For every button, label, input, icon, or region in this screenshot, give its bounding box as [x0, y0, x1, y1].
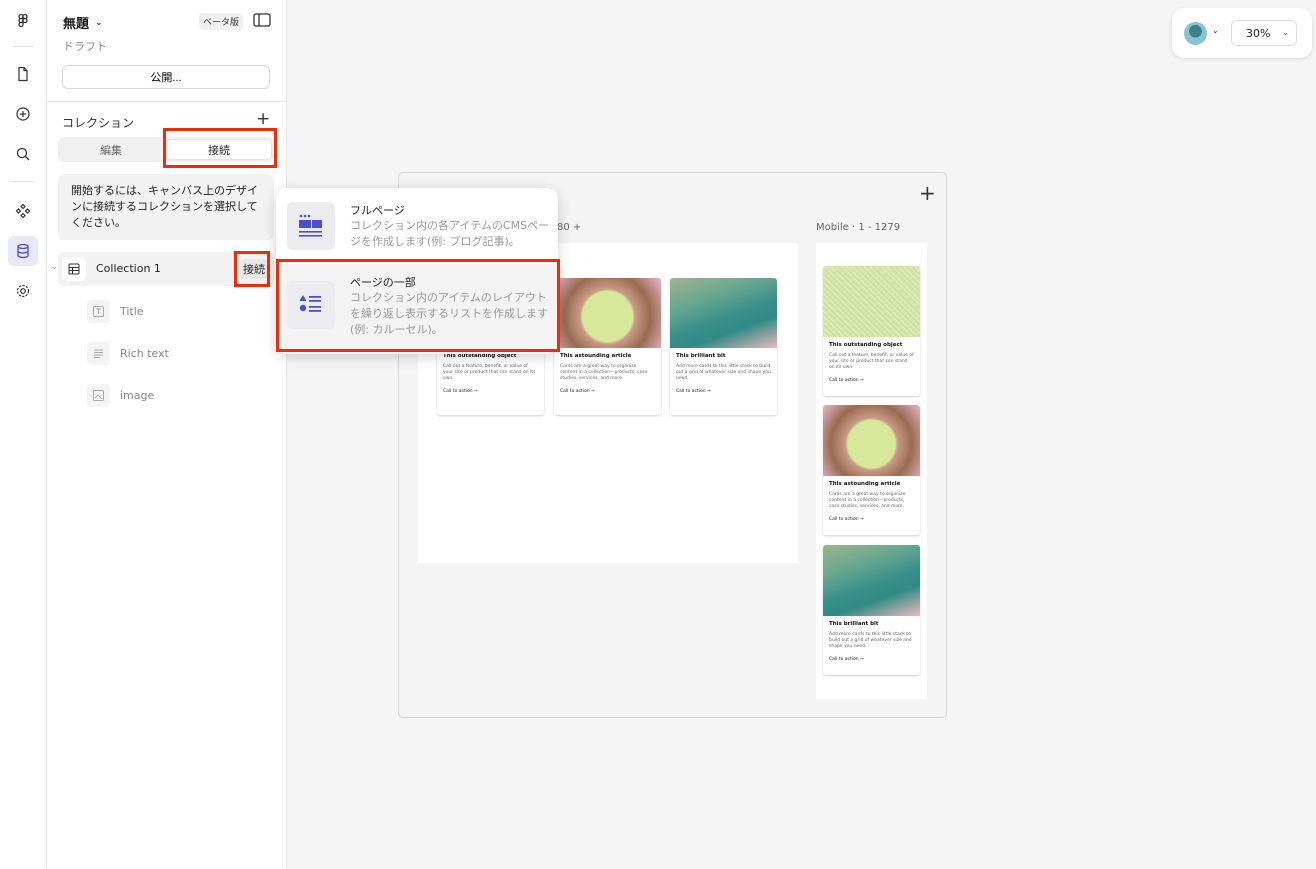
- card-desc: Call out a feature, benefit, or value of…: [829, 353, 914, 370]
- card[interactable]: This brilliant bit Add more cards to thi…: [670, 278, 777, 415]
- text-field-icon: [87, 299, 110, 323]
- settings-icon[interactable]: [8, 276, 38, 306]
- card-cta: Call to action →: [560, 389, 595, 394]
- desktop-breakpoint-label: 80 +: [557, 222, 582, 233]
- card-image: [823, 545, 920, 616]
- field-item[interactable]: image: [87, 383, 154, 407]
- card-desc: Add more cards to this little stack to b…: [676, 364, 771, 381]
- card-image: [823, 266, 920, 337]
- top-right-toolbar: ⌄ 30% ⌄: [1172, 8, 1312, 58]
- field-name: Rich text: [120, 346, 169, 360]
- card-cta: Call to action →: [829, 517, 864, 522]
- field-item[interactable]: Rich text: [87, 341, 169, 365]
- sidebar-toggle-icon[interactable]: [253, 13, 271, 27]
- zoom-select[interactable]: 30% ⌄: [1231, 20, 1297, 46]
- field-name: Title: [120, 304, 144, 318]
- card[interactable]: This astounding article Cards are a grea…: [823, 405, 920, 535]
- card-title: This astounding article: [560, 353, 632, 359]
- add-collection-icon[interactable]: +: [256, 111, 270, 128]
- card-cta: Call to action →: [829, 378, 864, 383]
- full-page-icon: [287, 202, 335, 250]
- card-cta: Call to action →: [443, 389, 478, 394]
- rail-divider: [12, 181, 34, 182]
- connect-hint: 開始するには、キャンバス上のデザインに接続するコレクションを選択してください。: [58, 174, 274, 240]
- file-status: ドラフト: [63, 40, 107, 53]
- file-title: 無題: [63, 17, 90, 32]
- figma-logo-icon[interactable]: [8, 6, 38, 36]
- card-desc: Call out a feature, benefit, or value of…: [443, 364, 536, 381]
- rich-text-icon: [87, 341, 110, 365]
- highlight-connect-tab: [163, 128, 277, 168]
- mobile-artboard[interactable]: This outstanding object Call out a featu…: [816, 243, 927, 699]
- avatar[interactable]: [1184, 22, 1207, 45]
- chevron-down-icon: ⌄: [1282, 28, 1289, 37]
- tab-edit[interactable]: 編集: [58, 137, 164, 162]
- card-title: This outstanding object: [829, 342, 903, 348]
- table-icon: [62, 257, 86, 281]
- card-cta: Call to action →: [829, 657, 864, 662]
- chevron-down-icon[interactable]: ⌄: [51, 262, 58, 271]
- add-breakpoint-icon[interactable]: +: [919, 183, 936, 203]
- card[interactable]: This brilliant bit Add more cards to thi…: [823, 545, 920, 675]
- card-image: [670, 278, 777, 348]
- chevron-down-icon: ⌄: [95, 17, 103, 28]
- icon-rail: [0, 0, 47, 869]
- components-icon[interactable]: [8, 196, 38, 226]
- database-icon[interactable]: [8, 236, 38, 266]
- highlight-page-section-item: [276, 259, 560, 352]
- card-desc: Cards are a great way to organize conten…: [560, 364, 648, 381]
- rail-divider: [12, 46, 34, 47]
- card-desc: Cards are a great way to organize conten…: [829, 492, 906, 509]
- search-icon[interactable]: [8, 139, 38, 169]
- card-image: [823, 405, 920, 476]
- file-title-menu[interactable]: 無題 ⌄: [63, 13, 103, 32]
- menu-item-full-page[interactable]: フルページ コレクション内の各アイテムのCMSページを作成します(例: ブログ記…: [276, 190, 558, 266]
- card-image: [554, 278, 661, 348]
- field-item[interactable]: Title: [87, 299, 144, 323]
- card[interactable]: This astounding article Cards are a grea…: [554, 278, 661, 415]
- collections-heading: コレクション: [62, 116, 135, 130]
- left-panel: 無題 ⌄ ベータ版 ドラフト 公開... コレクション + 編集 接続 開始する…: [47, 0, 287, 869]
- field-name: image: [120, 388, 155, 402]
- card-desc: Add more cards to this little stack to b…: [829, 632, 912, 649]
- image-icon: [87, 383, 110, 407]
- collection-name: Collection 1: [96, 262, 161, 275]
- menu-item-title: フルページ: [350, 204, 405, 217]
- card-title: This astounding article: [829, 481, 901, 487]
- add-circle-icon[interactable]: [8, 99, 38, 129]
- zoom-value: 30%: [1246, 26, 1271, 40]
- card-title: This brilliant bit: [676, 353, 726, 359]
- mobile-breakpoint-label: Mobile · 1 - 1279: [816, 222, 901, 233]
- card-title: This brilliant bit: [829, 621, 879, 627]
- beta-badge: ベータ版: [199, 13, 244, 30]
- highlight-connect-button: [234, 251, 270, 287]
- card-cta: Call to action →: [676, 389, 711, 394]
- card[interactable]: This outstanding object Call out a featu…: [823, 266, 920, 396]
- chevron-down-icon[interactable]: ⌄: [1212, 26, 1219, 35]
- file-icon[interactable]: [8, 59, 38, 89]
- divider: [47, 101, 287, 102]
- menu-item-desc: コレクション内の各アイテムのCMSページを作成します(例: ブログ記事)。: [350, 219, 550, 248]
- publish-button[interactable]: 公開...: [62, 65, 270, 89]
